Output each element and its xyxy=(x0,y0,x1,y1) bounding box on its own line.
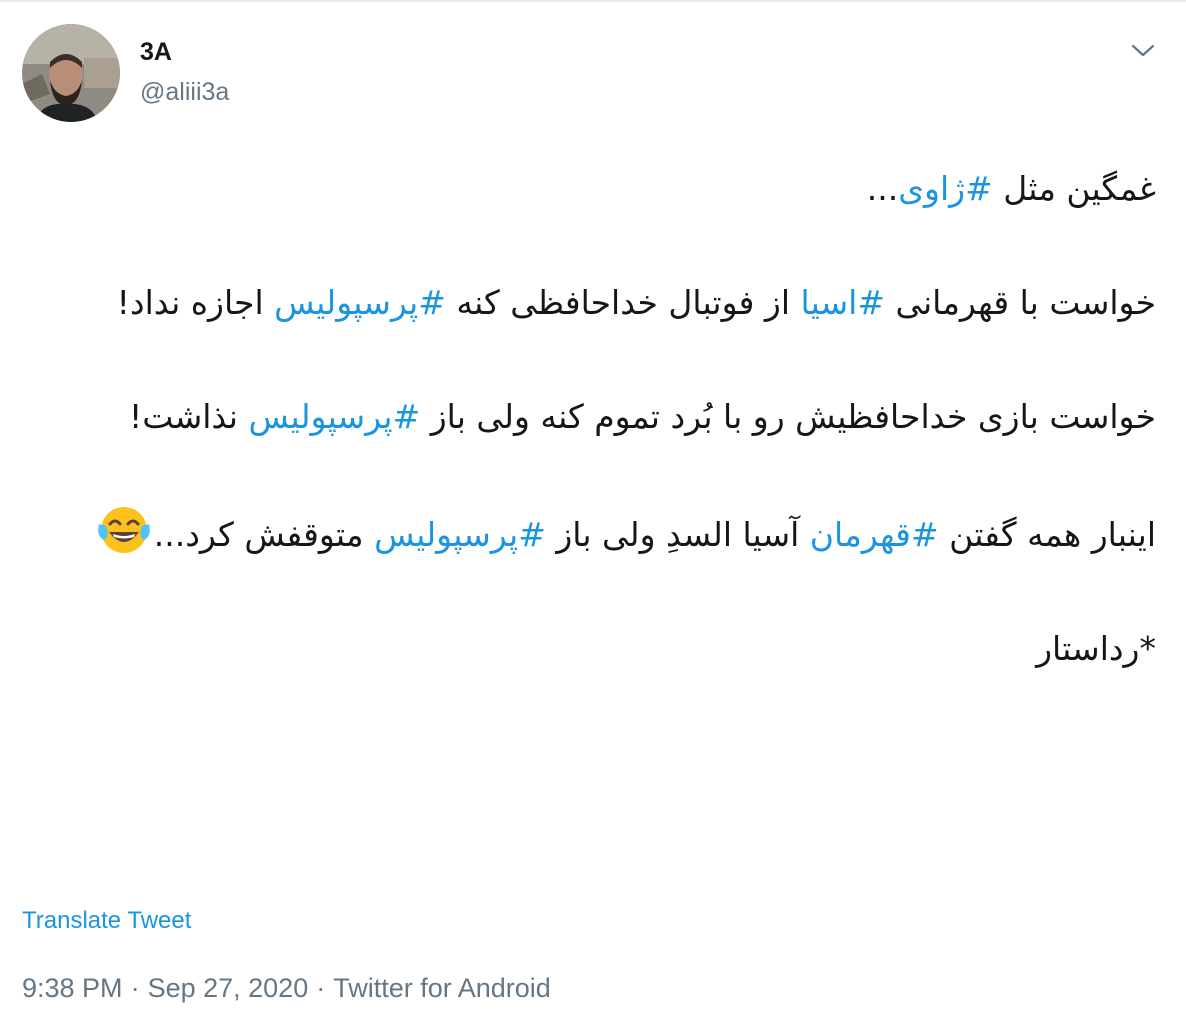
tears-of-joy-emoji-icon xyxy=(96,502,152,558)
tweet-text-segment: *رداستار xyxy=(1036,629,1156,668)
hashtag-link[interactable]: #اسیا xyxy=(801,283,885,322)
tweet-text-segment: غمگین مثل xyxy=(992,169,1156,208)
tweet-paragraph: اینبار همه گفتن #قهرمان آسیا السدِ ولی ب… xyxy=(16,502,1156,563)
username-handle[interactable]: @aliii3a xyxy=(140,78,229,107)
meta-separator: · xyxy=(316,973,326,1003)
hashtag-link[interactable]: #ژاوی xyxy=(898,169,993,208)
avatar-photo xyxy=(22,24,120,122)
top-divider xyxy=(0,0,1186,2)
display-name[interactable]: 3A xyxy=(140,38,172,67)
avatar[interactable] xyxy=(22,24,120,122)
hashtag-link[interactable]: #پرسپولیس xyxy=(248,397,420,436)
hashtag-link[interactable]: #قهرمان xyxy=(810,515,939,554)
tweet-time[interactable]: 9:38 PM xyxy=(22,973,123,1003)
hashtag-link[interactable]: #پرسپولیس xyxy=(374,515,546,554)
tweet-source[interactable]: Twitter for Android xyxy=(333,973,551,1003)
tweet-paragraph: خواست بازی خداحافظیش رو با بُرد تموم کنه… xyxy=(16,388,1156,445)
hashtag-link[interactable]: #پرسپولیس xyxy=(274,283,446,322)
tweet-date[interactable]: Sep 27, 2020 xyxy=(148,973,309,1003)
tweet-text-segment: نذاشت! xyxy=(128,397,249,436)
tweet-text-segment: خواست با قهرمانی xyxy=(885,283,1156,322)
chevron-down-icon[interactable] xyxy=(1128,36,1158,66)
meta-separator: · xyxy=(130,973,140,1003)
tweet-paragraph: خواست با قهرمانی #اسیا از فوتبال خداحافظ… xyxy=(16,274,1156,331)
tweet-text-segment: اجازه نداد! xyxy=(116,283,275,322)
tweet-text: غمگین مثل #ژاوی... خواست با قهرمانی #اسی… xyxy=(16,160,1156,677)
tweet-text-segment: اینبار همه گفتن xyxy=(938,515,1156,554)
tweet-meta: 9:38 PM · Sep 27, 2020 · Twitter for Android xyxy=(22,973,551,1004)
tweet-text-segment: خواست بازی خداحافظیش رو با بُرد تموم کنه… xyxy=(420,397,1156,436)
tweet-text-segment: ... xyxy=(866,169,899,208)
translate-tweet-link[interactable]: Translate Tweet xyxy=(22,907,191,935)
tweet-text-segment: آسیا السدِ ولی باز xyxy=(545,515,810,554)
tweet-text-segment: از فوتبال خداحافظی کنه xyxy=(445,283,801,322)
tweet-text-segment: متوقفش کرد... xyxy=(153,515,375,554)
tweet-paragraph: *رداستار xyxy=(16,620,1156,677)
tweet-paragraph: غمگین مثل #ژاوی... xyxy=(16,160,1156,217)
